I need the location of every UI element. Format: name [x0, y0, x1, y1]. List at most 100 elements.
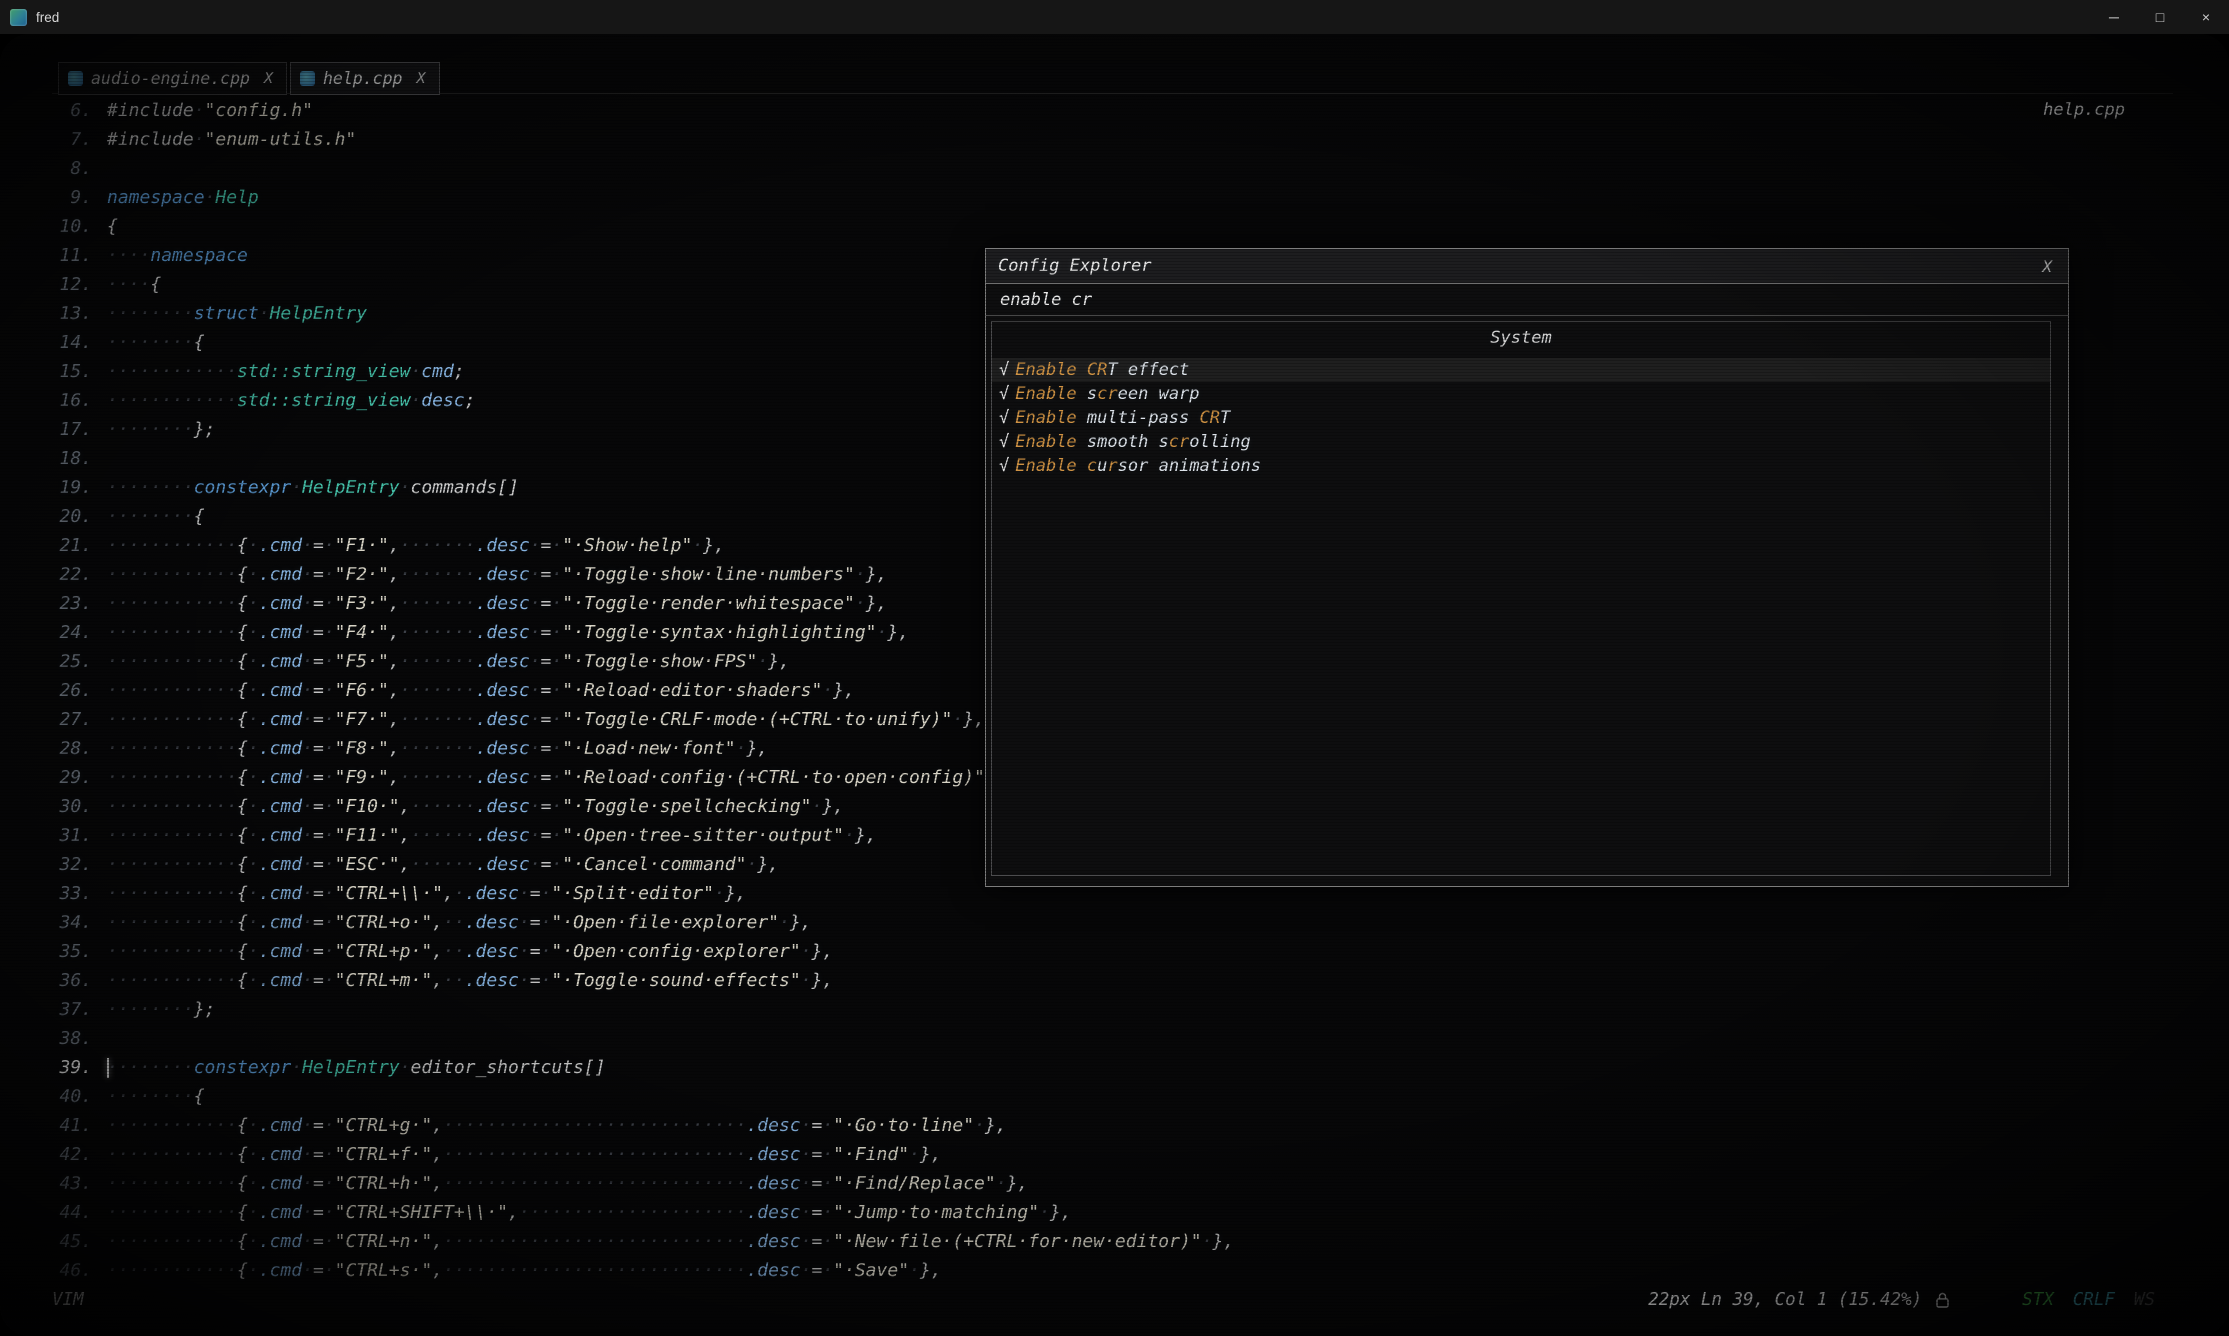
code-line[interactable]: 46.············{·.cmd·=·"CTRL+s·",······…: [46, 1256, 2229, 1285]
line-number: 40.: [46, 1082, 92, 1111]
code-line[interactable]: 35.············{·.cmd·=·"CTRL+p·",··.des…: [46, 937, 2229, 966]
config-option[interactable]: √Enable multi-pass CRT: [992, 406, 2050, 430]
line-number: 20.: [46, 502, 92, 531]
config-option[interactable]: √Enable CRT effect: [992, 358, 2050, 382]
line-number: 25.: [46, 647, 92, 676]
code-line[interactable]: 37.········};: [46, 995, 2229, 1024]
status-bar: VIM 22px Ln 39, Col 1 (15.42%) STX CRLF WS: [0, 1290, 2229, 1316]
checkbox-check-icon[interactable]: √: [999, 384, 1009, 404]
cpp-file-icon: [300, 71, 315, 86]
line-number: 12.: [46, 270, 92, 299]
config-close-icon[interactable]: X: [2038, 255, 2056, 278]
line-number: 21.: [46, 531, 92, 560]
line-number: 45.: [46, 1227, 92, 1256]
line-number: 43.: [46, 1169, 92, 1198]
config-explorer-body: System √Enable CRT effect√Enable screen …: [991, 321, 2051, 876]
code-line[interactable]: 9.namespace·Help: [46, 183, 2229, 212]
line-number: 17.: [46, 415, 92, 444]
checkbox-check-icon[interactable]: √: [999, 456, 1009, 476]
line-number: 46.: [46, 1256, 92, 1285]
line-number: 16.: [46, 386, 92, 415]
code-line[interactable]: 41.············{·.cmd·=·"CTRL+g·",······…: [46, 1111, 2229, 1140]
line-number: 34.: [46, 908, 92, 937]
line-number: 38.: [46, 1024, 92, 1053]
line-number: 35.: [46, 937, 92, 966]
code-line[interactable]: 40.········{: [46, 1082, 2229, 1111]
lock-icon[interactable]: [1935, 1292, 1950, 1309]
code-line[interactable]: 43.············{·.cmd·=·"CTRL+h·",······…: [46, 1169, 2229, 1198]
app-icon: [10, 9, 27, 26]
line-number: 6.: [46, 96, 92, 125]
code-line[interactable]: 45.············{·.cmd·=·"CTRL+n·",······…: [46, 1227, 2229, 1256]
tab-help[interactable]: help.cpp X: [290, 62, 440, 95]
line-number: 8.: [46, 154, 92, 183]
status-indicator-stx[interactable]: STX: [2022, 1290, 2054, 1310]
config-option-list: √Enable CRT effect√Enable screen warp√En…: [992, 358, 2050, 478]
line-number: 28.: [46, 734, 92, 763]
config-section-header: System: [992, 328, 2050, 348]
filename-overlay: help.cpp: [2043, 100, 2125, 120]
line-number: 7.: [46, 125, 92, 154]
code-line[interactable]: 10.{: [46, 212, 2229, 241]
line-number: 42.: [46, 1140, 92, 1169]
close-button[interactable]: ×: [2183, 0, 2229, 34]
line-number: 22.: [46, 560, 92, 589]
line-number: 33.: [46, 879, 92, 908]
config-search-input[interactable]: [998, 289, 2007, 311]
line-number: 29.: [46, 763, 92, 792]
line-number: 14.: [46, 328, 92, 357]
line-number: 24.: [46, 618, 92, 647]
checkbox-check-icon[interactable]: √: [999, 432, 1009, 452]
checkbox-check-icon[interactable]: √: [999, 408, 1009, 428]
line-number: 26.: [46, 676, 92, 705]
window-titlebar: fred ─ □ ×: [0, 0, 2229, 34]
config-option[interactable]: √Enable smooth scrolling: [992, 430, 2050, 454]
code-line[interactable]: 36.············{·.cmd·=·"CTRL+m·",··.des…: [46, 966, 2229, 995]
line-number: 31.: [46, 821, 92, 850]
config-option[interactable]: √Enable screen warp: [992, 382, 2050, 406]
status-indicator-ws[interactable]: WS: [2134, 1290, 2155, 1310]
line-number: 44.: [46, 1198, 92, 1227]
vim-mode-indicator: VIM: [52, 1290, 84, 1310]
line-number: 10.: [46, 212, 92, 241]
cpp-file-icon: [68, 71, 83, 86]
line-number: 39.: [46, 1053, 92, 1082]
code-line[interactable]: 44.············{·.cmd·=·"CTRL+SHIFT+\\·"…: [46, 1198, 2229, 1227]
line-number: 11.: [46, 241, 92, 270]
status-indicator-crlf[interactable]: CRLF: [2073, 1290, 2115, 1310]
line-number: 27.: [46, 705, 92, 734]
code-line[interactable]: 34.············{·.cmd·=·"CTRL+o·",··.des…: [46, 908, 2229, 937]
line-number: 15.: [46, 357, 92, 386]
status-position-info: 22px Ln 39, Col 1 (15.42%): [1648, 1290, 1922, 1310]
editor-screen: audio-engine.cpp X help.cpp X help.cpp 6…: [0, 34, 2229, 1336]
config-option[interactable]: √Enable cursor animations: [992, 454, 2050, 478]
line-number: 23.: [46, 589, 92, 618]
code-line[interactable]: 7.#include·"enum-utils.h": [46, 125, 2229, 154]
checkbox-check-icon[interactable]: √: [999, 360, 1009, 380]
line-number: 19.: [46, 473, 92, 502]
line-number: 36.: [46, 966, 92, 995]
line-number: 37.: [46, 995, 92, 1024]
line-number: 9.: [46, 183, 92, 212]
code-line[interactable]: 42.············{·.cmd·=·"CTRL+f·",······…: [46, 1140, 2229, 1169]
minimize-button[interactable]: ─: [2091, 0, 2137, 34]
config-explorer-titlebar: Config Explorer X: [986, 249, 2068, 284]
tab-close-icon[interactable]: X: [264, 69, 273, 87]
tab-label: audio-engine.cpp: [91, 69, 250, 88]
line-number: 18.: [46, 444, 92, 473]
code-line[interactable]: 38.: [46, 1024, 2229, 1053]
window-title: fred: [36, 10, 59, 25]
config-explorer-panel: Config Explorer X System √Enable CRT eff…: [985, 248, 2069, 887]
line-number: 13.: [46, 299, 92, 328]
line-number: 41.: [46, 1111, 92, 1140]
maximize-button[interactable]: □: [2137, 0, 2183, 34]
code-line[interactable]: 39.········constexpr·HelpEntry·editor_sh…: [46, 1053, 2229, 1082]
tab-label: help.cpp: [323, 69, 402, 88]
tab-audio-engine[interactable]: audio-engine.cpp X: [58, 62, 287, 95]
code-line[interactable]: 8.: [46, 154, 2229, 183]
code-line[interactable]: 6.#include·"config.h": [46, 96, 2229, 125]
tab-close-icon[interactable]: X: [416, 69, 425, 87]
config-search-row: [986, 284, 2068, 316]
line-number: 32.: [46, 850, 92, 879]
status-indicators: STX CRLF WS: [2022, 1290, 2155, 1310]
